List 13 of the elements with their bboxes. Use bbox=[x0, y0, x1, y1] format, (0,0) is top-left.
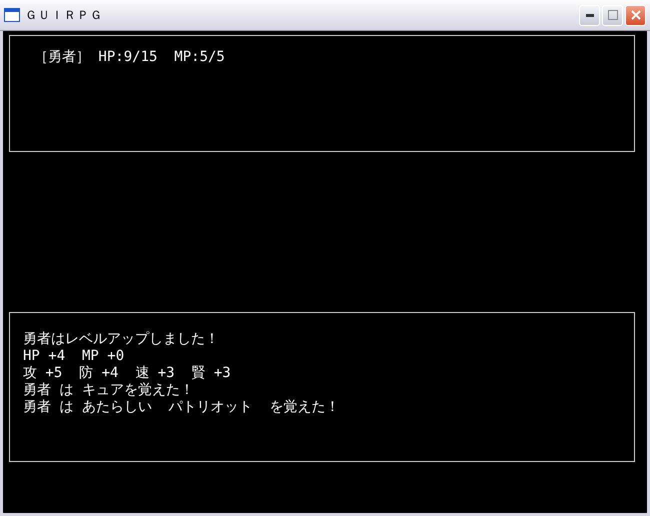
window-title: ＧＵＩＲＰＧ bbox=[25, 6, 104, 24]
message-line: 勇者 は あたらしい パトリオット を覚えた！ bbox=[23, 399, 341, 416]
minimize-button[interactable] bbox=[579, 4, 600, 26]
maximize-icon bbox=[608, 10, 618, 20]
message-line: 攻 +5 防 +4 速 +3 賢 +3 bbox=[23, 365, 232, 382]
close-button[interactable] bbox=[625, 4, 646, 26]
message-line: 勇者はレベルアップしました！ bbox=[23, 331, 220, 348]
minimize-icon bbox=[586, 14, 594, 16]
close-icon bbox=[630, 10, 640, 20]
message-line: 勇者 は キュアを覚えた！ bbox=[23, 382, 195, 399]
message-line: HP +4 MP +0 bbox=[23, 348, 126, 365]
window-icon bbox=[4, 8, 20, 22]
status-text: ［勇者］ HP:9/15 MP:5/5 bbox=[34, 49, 226, 66]
